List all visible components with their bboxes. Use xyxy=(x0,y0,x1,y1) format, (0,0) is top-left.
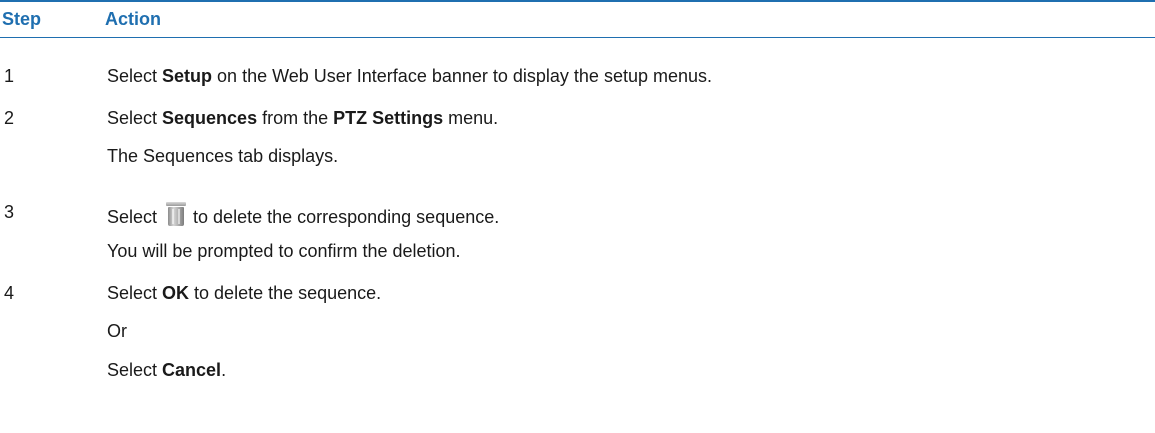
step-text: Or xyxy=(107,321,127,341)
step-text: Select Setup on the Web User Interface b… xyxy=(107,66,713,86)
trash-icon xyxy=(165,201,187,227)
header-action: Action xyxy=(105,9,161,29)
table-header: Step Action xyxy=(0,0,1155,38)
step-number: 4 xyxy=(4,283,15,303)
step-text: You will be prompted to confirm the dele… xyxy=(107,241,461,261)
procedure-table: Step Action 1 Select Setup on the Web Us… xyxy=(0,0,1155,380)
step-text: Select Cancel. xyxy=(107,360,227,380)
step-number: 3 xyxy=(4,202,15,222)
step-number: 2 xyxy=(4,108,15,128)
step-text: The Sequences tab displays. xyxy=(107,146,339,166)
step-text: Select Sequences from the PTZ Settings m… xyxy=(107,108,499,128)
step-number: 1 xyxy=(4,66,15,86)
header-step: Step xyxy=(2,9,42,29)
step-text: Select OK to delete the sequence. xyxy=(107,283,382,303)
step-text: Select to delete the corresponding sequen… xyxy=(107,201,499,228)
